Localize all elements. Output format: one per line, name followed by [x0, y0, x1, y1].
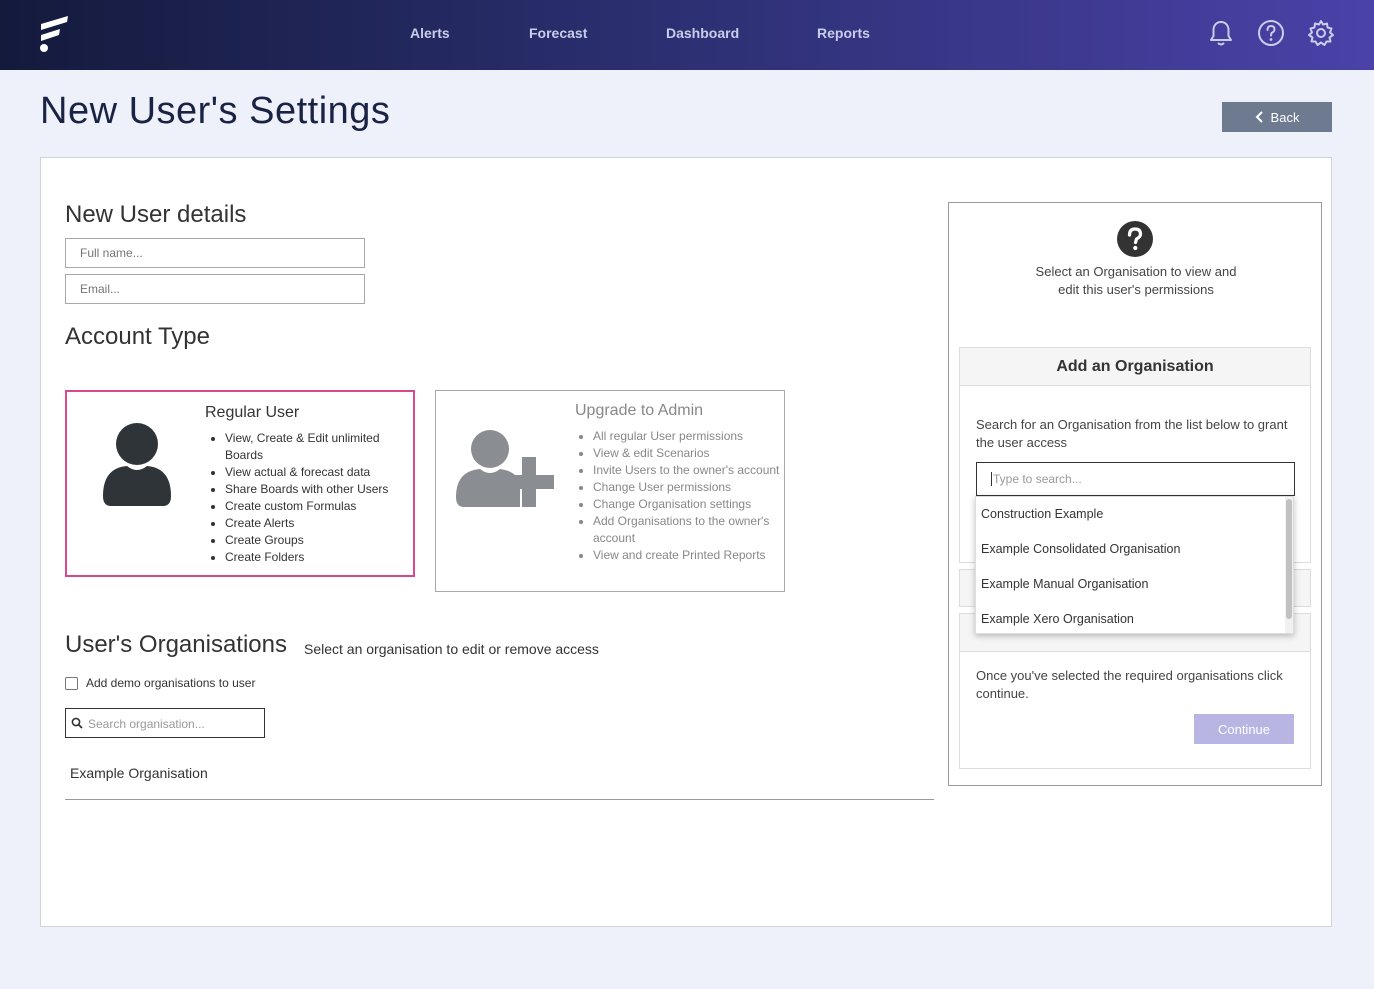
users-organisations-heading: User's Organisations [65, 631, 287, 658]
search-icon [71, 717, 83, 729]
add-user-icon [456, 430, 554, 507]
demo-orgs-label: Add demo organisations to user [86, 676, 256, 690]
user-icon [103, 423, 171, 506]
nav-reports[interactable]: Reports [817, 25, 870, 41]
demo-orgs-checkbox[interactable] [65, 677, 78, 690]
permissions-panel: Select an Organisation to view and edit … [948, 202, 1322, 786]
continue-panel: Once you've selected the required organi… [959, 613, 1311, 769]
text-caret [991, 472, 992, 486]
organisation-dropdown: Construction Example Example Consolidate… [975, 496, 1294, 634]
organisation-row-label: Example Organisation [70, 765, 208, 781]
feature-item: Change Organisation settings [593, 496, 783, 513]
dropdown-option[interactable]: Example Consolidated Organisation [981, 542, 1180, 556]
feature-item: Create Alerts [225, 515, 407, 532]
nav-dashboard[interactable]: Dashboard [666, 25, 739, 41]
continue-description: Once you've selected the required organi… [976, 668, 1283, 701]
dropdown-option[interactable]: Example Xero Organisation [981, 612, 1134, 626]
feature-item: View actual & forecast data [225, 464, 407, 481]
user-details-heading: New User details [65, 201, 247, 228]
feature-item: Share Boards with other Users [225, 481, 407, 498]
users-organisations-subheading: Select an organisation to edit or remove… [304, 641, 599, 657]
add-organisation-header[interactable]: Add an Organisation [960, 348, 1310, 386]
feature-item: Invite Users to the owner's account [593, 462, 783, 479]
regular-user-option[interactable]: Regular User View, Create & Edit unlimit… [65, 390, 415, 577]
feature-item: Add Organisations to the owner's account [593, 513, 783, 547]
account-type-heading: Account Type [65, 323, 210, 350]
app-logo[interactable] [38, 14, 72, 54]
admin-features: All regular User permissions View & edit… [575, 428, 783, 564]
feature-item: View, Create & Edit unlimited Boards [225, 430, 407, 464]
search-organisation-placeholder: Search organisation... [88, 717, 205, 731]
dropdown-scrollbar[interactable] [1285, 497, 1293, 633]
feature-item: View and create Printed Reports [593, 547, 783, 564]
dropdown-option[interactable]: Construction Example [981, 507, 1103, 521]
chevron-left-icon [1255, 111, 1263, 123]
feature-item: All regular User permissions [593, 428, 783, 445]
feature-item: Create Groups [225, 532, 407, 549]
search-organisation-input[interactable]: Search organisation... [65, 708, 265, 738]
back-button-label: Back [1270, 109, 1300, 125]
gear-icon[interactable] [1306, 18, 1336, 48]
bell-icon[interactable] [1206, 18, 1236, 48]
continue-button[interactable]: Continue [1194, 714, 1294, 744]
back-button[interactable]: Back [1222, 102, 1332, 132]
feature-item: Create Folders [225, 549, 407, 566]
add-organisation-description: Search for an Organisation from the list… [976, 417, 1288, 450]
page-title: New User's Settings [40, 90, 391, 132]
feature-item: View & edit Scenarios [593, 445, 783, 462]
feature-item: Change User permissions [593, 479, 783, 496]
regular-user-features: View, Create & Edit unlimited Boards Vie… [207, 430, 407, 566]
feature-item: Create custom Formulas [225, 498, 407, 515]
top-nav-bar: Alerts Forecast Dashboard Reports [0, 0, 1374, 70]
permissions-help-text: Select an Organisation to view and edit … [1035, 264, 1237, 297]
full-name-field[interactable] [65, 238, 365, 268]
regular-user-title: Regular User [205, 404, 300, 421]
email-field[interactable] [65, 274, 365, 304]
nav-alerts[interactable]: Alerts [410, 25, 450, 41]
organisation-row[interactable]: Example Organisation [65, 758, 934, 800]
organisation-type-search-input[interactable]: Type to search... [976, 462, 1295, 496]
help-icon[interactable] [1256, 18, 1286, 48]
dropdown-option[interactable]: Example Manual Organisation [981, 577, 1148, 591]
upgrade-admin-title: Upgrade to Admin [575, 402, 704, 419]
type-search-placeholder: Type to search... [993, 472, 1082, 486]
upgrade-admin-option[interactable]: Upgrade to Admin All regular User permis… [435, 390, 785, 592]
dropdown-scrollbar-thumb[interactable] [1286, 499, 1292, 619]
nav-forecast[interactable]: Forecast [529, 25, 587, 41]
question-icon [1117, 221, 1153, 257]
